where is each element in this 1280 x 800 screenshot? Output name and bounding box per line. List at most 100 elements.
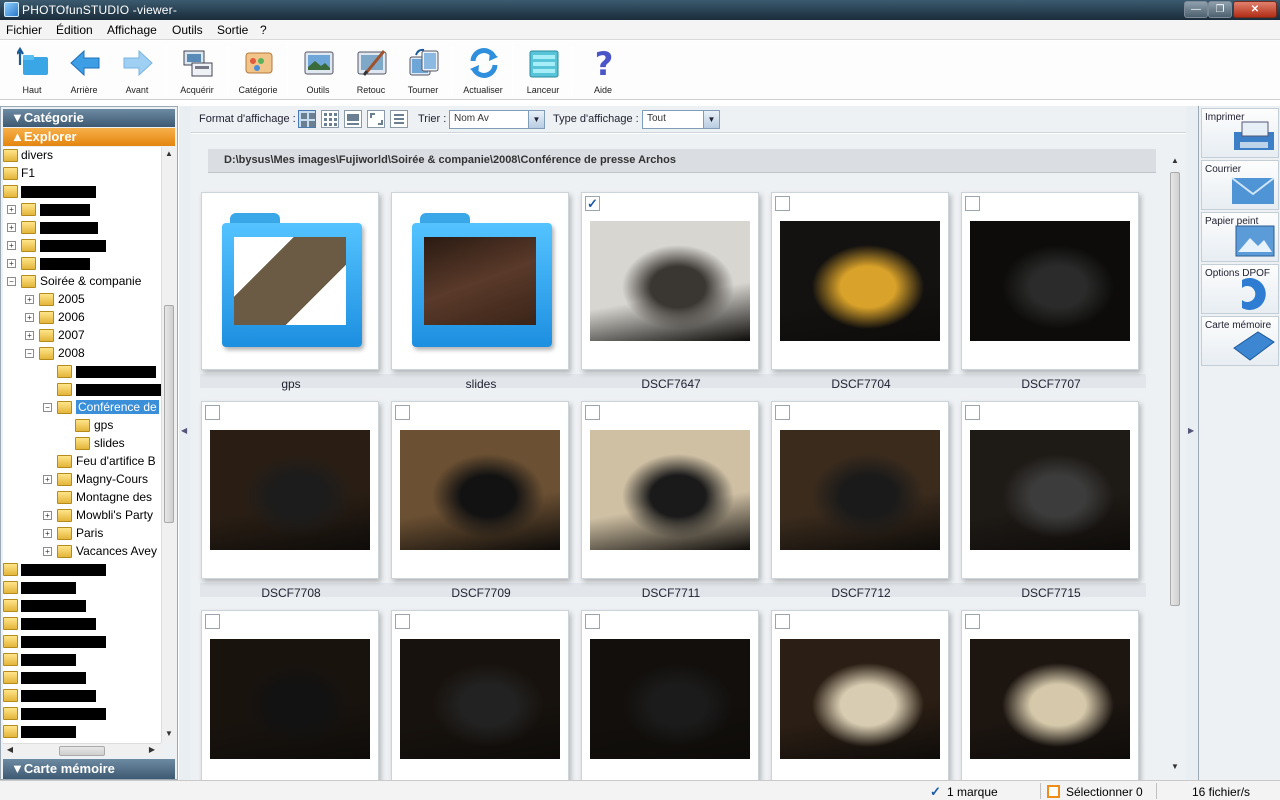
- menu-fichier[interactable]: Fichier: [6, 23, 42, 37]
- photo-thumbnail[interactable]: [581, 610, 759, 780]
- close-button[interactable]: ✕: [1233, 1, 1277, 18]
- toolbar-button-aide[interactable]: ? Aide: [577, 41, 629, 99]
- mail-button[interactable]: Courrier: [1201, 160, 1279, 210]
- photo-thumbnail[interactable]: [391, 610, 569, 780]
- tree-item[interactable]: − 2008: [3, 345, 161, 363]
- tree-item[interactable]: +: [3, 255, 161, 273]
- tree-item[interactable]: slides: [3, 435, 161, 453]
- tree-vertical-scrollbar[interactable]: ▲ ▼: [161, 147, 175, 743]
- select-checkbox[interactable]: [585, 614, 600, 629]
- tree-item[interactable]: +: [3, 201, 161, 219]
- menu-edition[interactable]: Édition: [56, 23, 93, 37]
- toolbar-button-actualiser[interactable]: Actualiser: [457, 41, 509, 99]
- tree-item[interactable]: [3, 669, 161, 687]
- tree-item[interactable]: + Paris: [3, 525, 161, 543]
- view-detail-icon[interactable]: [344, 110, 362, 128]
- tree-item[interactable]: [3, 615, 161, 633]
- tree-item[interactable]: [3, 183, 161, 201]
- tree-item[interactable]: +: [3, 237, 161, 255]
- expand-icon[interactable]: +: [7, 223, 16, 232]
- collapse-icon[interactable]: −: [43, 403, 52, 412]
- tree-item[interactable]: [3, 579, 161, 597]
- print-button[interactable]: Imprimer: [1201, 108, 1279, 158]
- tree-item[interactable]: [3, 597, 161, 615]
- tree-item[interactable]: divers: [3, 147, 161, 165]
- select-checkbox[interactable]: [775, 614, 790, 629]
- expand-icon[interactable]: +: [7, 205, 16, 214]
- view-large-grid-icon[interactable]: [298, 110, 316, 128]
- select-checkbox[interactable]: [965, 614, 980, 629]
- photo-thumbnail[interactable]: DSCF7708: [201, 401, 379, 600]
- right-panel-splitter[interactable]: ▶: [1186, 106, 1198, 780]
- expand-icon[interactable]: +: [25, 331, 34, 340]
- tree-scroll-thumb[interactable]: [164, 305, 174, 523]
- scroll-down-icon[interactable]: ▼: [162, 729, 176, 738]
- tree-item[interactable]: [3, 705, 161, 723]
- toolbar-button-acquerir[interactable]: Acquérir: [171, 41, 223, 99]
- photo-thumbnail[interactable]: [961, 610, 1139, 780]
- tree-item[interactable]: gps: [3, 417, 161, 435]
- tree-hscroll-thumb[interactable]: [59, 746, 105, 756]
- tree-item[interactable]: [3, 651, 161, 669]
- minimize-button[interactable]: —: [1184, 1, 1208, 18]
- toolbar-button-arriere[interactable]: Arrière: [58, 41, 110, 99]
- view-small-grid-icon[interactable]: [321, 110, 339, 128]
- tree-item[interactable]: [3, 633, 161, 651]
- toolbar-button-lanceur[interactable]: Lanceur: [517, 41, 569, 99]
- expand-icon[interactable]: +: [43, 511, 52, 520]
- toolbar-button-categorie[interactable]: Catégorie: [232, 41, 284, 99]
- sort-select[interactable]: Nom Av ▼: [449, 110, 545, 129]
- tree-item[interactable]: F1: [3, 165, 161, 183]
- tree-item[interactable]: [3, 687, 161, 705]
- select-checkbox[interactable]: ✓: [585, 196, 600, 211]
- photo-thumbnail[interactable]: DSCF7707: [961, 192, 1139, 391]
- select-checkbox[interactable]: [775, 405, 790, 420]
- photo-thumbnail[interactable]: DSCF7704: [771, 192, 949, 391]
- chevron-down-icon[interactable]: ▼: [528, 111, 544, 128]
- select-checkbox[interactable]: [205, 614, 220, 629]
- expand-icon[interactable]: +: [25, 313, 34, 322]
- expand-icon[interactable]: +: [43, 547, 52, 556]
- dpof-options-button[interactable]: Options DPOF: [1201, 264, 1279, 314]
- photo-thumbnail[interactable]: DSCF7711: [581, 401, 759, 600]
- toolbar-button-tourner[interactable]: Tourner: [397, 41, 449, 99]
- explorer-header[interactable]: ▲Explorer: [3, 128, 175, 146]
- photo-thumbnail[interactable]: DSCF7709: [391, 401, 569, 600]
- chevron-down-icon[interactable]: ▼: [703, 111, 719, 128]
- tree-item[interactable]: +2007: [3, 327, 161, 345]
- content-scroll-thumb[interactable]: [1170, 172, 1180, 606]
- folder-thumbnail[interactable]: slides: [391, 192, 569, 391]
- photo-thumbnail[interactable]: DSCF7715: [961, 401, 1139, 600]
- expand-icon[interactable]: +: [43, 475, 52, 484]
- tree-item[interactable]: [3, 381, 161, 399]
- tree-item[interactable]: + Magny-Cours: [3, 471, 161, 489]
- scroll-up-icon[interactable]: ▲: [1168, 156, 1182, 165]
- tree-item[interactable]: − Conférence de: [3, 399, 161, 417]
- tree-item[interactable]: [3, 561, 161, 579]
- select-checkbox[interactable]: [965, 196, 980, 211]
- collapse-icon[interactable]: −: [7, 277, 16, 286]
- menu-sortie[interactable]: Sortie: [217, 23, 248, 37]
- tree-horizontal-scrollbar[interactable]: ◀ ▶: [3, 743, 161, 757]
- memory-card-header[interactable]: ▼Carte mémoire: [3, 759, 175, 779]
- select-checkbox[interactable]: [585, 405, 600, 420]
- tree-item[interactable]: − Soirée & companie: [3, 273, 161, 291]
- tree-item[interactable]: + Mowbli's Party: [3, 507, 161, 525]
- select-checkbox[interactable]: [205, 405, 220, 420]
- expand-icon[interactable]: +: [7, 241, 16, 250]
- select-checkbox[interactable]: [965, 405, 980, 420]
- category-header[interactable]: ▼Catégorie: [3, 109, 175, 127]
- photo-thumbnail[interactable]: [771, 610, 949, 780]
- view-fullscreen-icon[interactable]: [367, 110, 385, 128]
- tree-item[interactable]: Feu d'artifice B: [3, 453, 161, 471]
- tree-item[interactable]: +: [3, 219, 161, 237]
- tree-item[interactable]: + Vacances Avey: [3, 543, 161, 561]
- menu-affichage[interactable]: Affichage: [107, 23, 157, 37]
- toolbar-button-retouche[interactable]: Retouc: [345, 41, 397, 99]
- toolbar-button-haut[interactable]: Haut: [6, 41, 58, 99]
- menu-outils[interactable]: Outils: [172, 23, 203, 37]
- select-box-icon[interactable]: [1047, 785, 1060, 798]
- expand-icon[interactable]: +: [43, 529, 52, 538]
- select-checkbox[interactable]: [775, 196, 790, 211]
- wallpaper-button[interactable]: Papier peint: [1201, 212, 1279, 262]
